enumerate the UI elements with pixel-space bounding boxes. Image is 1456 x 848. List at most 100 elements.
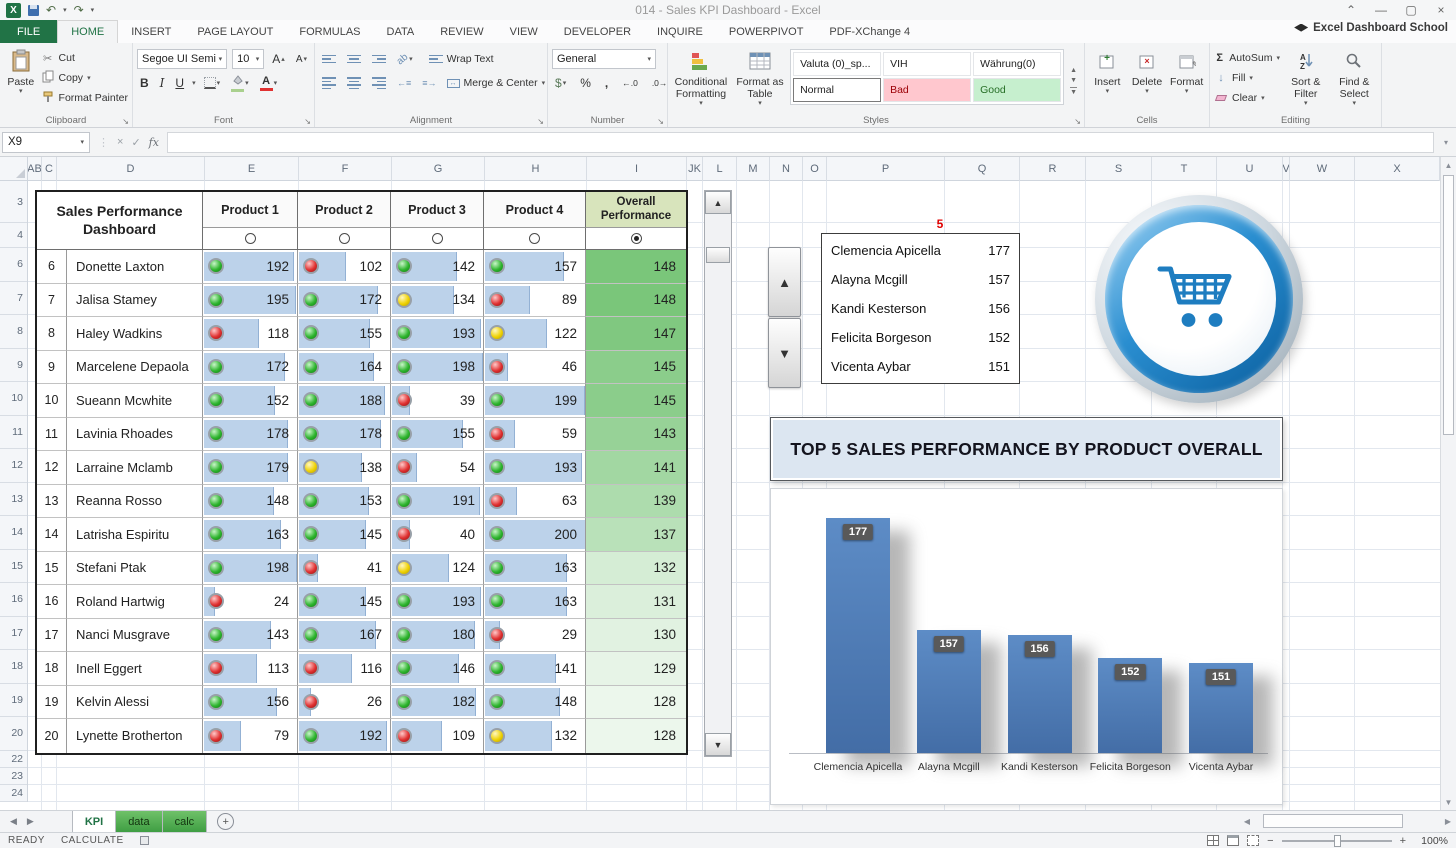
product-value-cell[interactable]: 180 (391, 619, 484, 653)
next-sheet-icon[interactable]: ▶ (27, 816, 34, 827)
ribbon-tab-formulas[interactable]: FORMULAS (286, 20, 373, 43)
row-header-15[interactable]: 15 (0, 550, 27, 584)
top-align-button[interactable] (319, 55, 339, 64)
row-index-cell[interactable]: 8 (37, 317, 67, 351)
row-header-17[interactable]: 17 (0, 617, 27, 651)
spinner-up-button[interactable]: ▲ (768, 247, 801, 317)
product-value-cell[interactable]: 148 (484, 686, 586, 720)
confirm-entry-icon[interactable]: ✓ (131, 136, 140, 149)
select-all-corner[interactable] (0, 157, 28, 181)
ribbon-display-options-icon[interactable]: ⌃ (1336, 0, 1366, 20)
row-header-20[interactable]: 20 (0, 717, 27, 751)
column-header-E[interactable]: E (205, 157, 299, 181)
format-as-table-button[interactable]: Format as Table▾ (733, 46, 787, 113)
scrollbar-track[interactable] (1255, 814, 1440, 828)
align-right-button[interactable] (369, 77, 389, 89)
row-header-22[interactable]: 22 (0, 751, 27, 768)
salesperson-name-cell[interactable]: Sueann Mcwhite (67, 384, 203, 418)
column-header-G[interactable]: G (392, 157, 485, 181)
product-value-cell[interactable]: 113 (203, 652, 298, 686)
zoom-out-icon[interactable]: − (1267, 835, 1273, 847)
ribbon-tab-inquire[interactable]: INQUIRE (644, 20, 716, 43)
borders-button[interactable]: ▾ (201, 77, 224, 89)
find-select-button[interactable]: Find & Select▾ (1332, 46, 1378, 113)
product-value-cell[interactable]: 193 (391, 585, 484, 619)
product-value-cell[interactable]: 109 (391, 719, 484, 753)
ribbon-tab-view[interactable]: VIEW (497, 20, 551, 43)
overall-value-cell[interactable]: 141 (586, 451, 686, 485)
chart-bar[interactable]: 151 (1189, 663, 1253, 753)
product-value-cell[interactable]: 172 (203, 351, 298, 385)
number-dialog-launcher-icon[interactable]: ↘ (657, 117, 664, 126)
formula-bar-expand-icon[interactable]: ▾ (1438, 138, 1454, 147)
row-header-3[interactable]: 3 (0, 181, 27, 223)
column-header-X[interactable]: X (1355, 157, 1440, 181)
page-break-view-icon[interactable] (1247, 835, 1259, 846)
column-header-I[interactable]: I (587, 157, 687, 181)
product-value-cell[interactable]: 145 (298, 585, 391, 619)
product-value-cell[interactable]: 152 (203, 384, 298, 418)
clipboard-dialog-launcher-icon[interactable]: ↘ (122, 117, 129, 126)
overall-value-cell[interactable]: 131 (586, 585, 686, 619)
product-value-cell[interactable]: 163 (203, 518, 298, 552)
salesperson-name-cell[interactable]: Nanci Musgrave (67, 619, 203, 653)
scrollbar-thumb[interactable] (1263, 814, 1403, 828)
merge-center-button[interactable]: ↔Merge & Center▾ (447, 74, 546, 92)
overall-value-cell[interactable]: 132 (586, 552, 686, 586)
decrease-indent-button[interactable]: ←≡ (394, 78, 414, 88)
product-value-cell[interactable]: 192 (298, 719, 391, 753)
number-format-dropdown-icon[interactable]: ▾ (647, 56, 651, 63)
prev-sheet-icon[interactable]: ◀ (10, 816, 17, 827)
column-header-W[interactable]: W (1290, 157, 1355, 181)
product-value-cell[interactable]: 198 (391, 351, 484, 385)
salesperson-name-cell[interactable]: Kelvin Alessi (67, 686, 203, 720)
chart-bar[interactable]: 157 (917, 630, 981, 753)
ribbon-tab-page-layout[interactable]: PAGE LAYOUT (184, 20, 286, 43)
overall-value-cell[interactable]: 139 (586, 485, 686, 519)
cell-style-normal[interactable]: Normal (793, 78, 881, 102)
column-header-L[interactable]: L (703, 157, 737, 181)
product-value-cell[interactable]: 89 (484, 284, 586, 318)
paste-button[interactable]: Paste▾ (4, 46, 38, 113)
salesperson-name-cell[interactable]: Reanna Rosso (67, 485, 203, 519)
product-value-cell[interactable]: 198 (203, 552, 298, 586)
product1-radio[interactable] (203, 228, 298, 250)
product-value-cell[interactable]: 118 (203, 317, 298, 351)
top5-list-item[interactable]: Felicita Borgeson152 (822, 323, 1019, 352)
sheet-vertical-scrollbar[interactable]: ▲ ▼ (1440, 157, 1456, 810)
copy-button[interactable]: Copy▾ (41, 69, 128, 87)
format-painter-button[interactable]: Format Painter (41, 89, 128, 107)
product-value-cell[interactable]: 124 (391, 552, 484, 586)
new-sheet-button[interactable]: + (217, 813, 234, 830)
row-index-cell[interactable]: 18 (37, 652, 67, 686)
cell-style-vih[interactable]: VIH (883, 52, 971, 76)
shrink-font-button[interactable]: A▾ (293, 54, 310, 65)
product-value-cell[interactable]: 39 (391, 384, 484, 418)
column-header-AB[interactable]: AB (28, 157, 42, 181)
product-value-cell[interactable]: 141 (484, 652, 586, 686)
sheet-tab-calc[interactable]: calc (163, 811, 208, 832)
row-header-11[interactable]: 11 (0, 416, 27, 450)
overall-value-cell[interactable]: 148 (586, 250, 686, 284)
chart-bar[interactable]: 156 (1008, 635, 1072, 753)
product-value-cell[interactable]: 146 (391, 652, 484, 686)
product-value-cell[interactable]: 155 (298, 317, 391, 351)
row-header-12[interactable]: 12 (0, 449, 27, 483)
normal-view-icon[interactable] (1207, 835, 1219, 846)
percent-style-button[interactable]: % (577, 76, 594, 90)
salesperson-name-cell[interactable]: Lynette Brotherton (67, 719, 203, 753)
save-icon[interactable] (28, 5, 39, 16)
scroll-down-icon[interactable]: ▼ (1441, 794, 1456, 810)
product-value-cell[interactable]: 54 (391, 451, 484, 485)
wrap-text-button[interactable]: Wrap Text (429, 50, 494, 68)
row-index-cell[interactable]: 20 (37, 719, 67, 753)
calculate-indicator[interactable]: CALCULATE (61, 835, 124, 846)
spinner-down-button[interactable]: ▼ (768, 318, 801, 388)
row-index-cell[interactable]: 9 (37, 351, 67, 385)
overall-value-cell[interactable]: 128 (586, 686, 686, 720)
column-header-M[interactable]: M (737, 157, 770, 181)
orientation-button[interactable]: ab▾ (394, 54, 416, 65)
row-header-19[interactable]: 19 (0, 684, 27, 718)
product-value-cell[interactable]: 178 (203, 418, 298, 452)
row-header-24[interactable]: 24 (0, 785, 27, 802)
